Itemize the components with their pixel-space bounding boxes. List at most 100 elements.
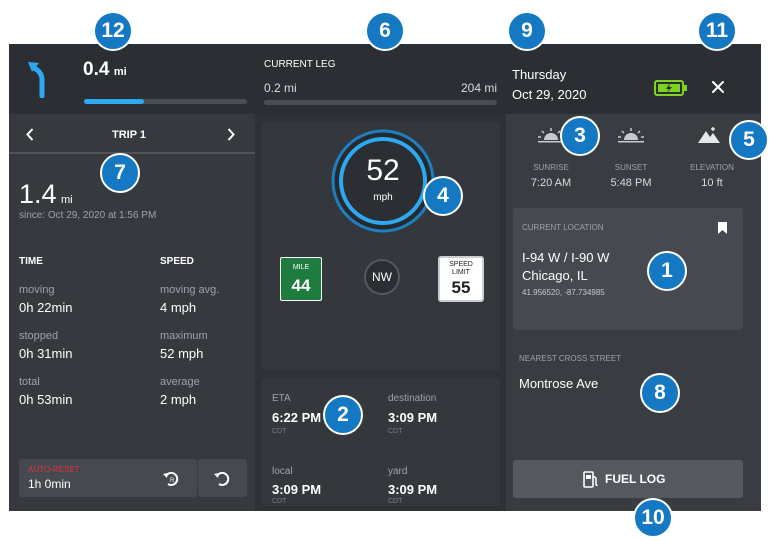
current-leg-progress-bar <box>264 100 497 105</box>
bookmark-icon[interactable] <box>717 221 728 235</box>
callout-4: 4 <box>423 176 463 216</box>
callout-12: 12 <box>93 11 133 51</box>
speed-limit-label-1: SPEED <box>449 261 473 268</box>
stopped-label: stopped <box>19 330 59 342</box>
destination-label: destination <box>388 393 437 404</box>
chevron-right-icon[interactable] <box>227 128 235 141</box>
current-road: I-94 W / I-90 W <box>522 250 610 265</box>
current-date: Oct 29, 2020 <box>512 87 587 102</box>
speed-panel: 52 mph MILE 44 NW SPEED LIMIT 55 ETA 6:2… <box>255 114 506 511</box>
sunset-value: 5:48 PM <box>610 177 652 189</box>
mile-label: MILE <box>292 264 310 271</box>
next-turn-distance: 0.4 mi <box>83 59 127 81</box>
current-location-card: CURRENT LOCATION I-94 W / I-90 W Chicago… <box>513 208 743 330</box>
time-header: TIME <box>19 256 43 267</box>
current-leg-label: CURRENT LEG <box>264 59 336 70</box>
destination-timezone: CDT <box>388 428 403 435</box>
speed-limit-label-2: LIMIT <box>452 269 470 276</box>
callout-1: 1 <box>647 251 687 291</box>
callout-3: 3 <box>560 116 600 156</box>
compass-heading: NW <box>364 259 400 295</box>
total-value: 0h 53min <box>19 392 73 407</box>
close-icon[interactable] <box>712 81 724 93</box>
sunset-icon <box>618 128 644 143</box>
elevation-value: 10 ft <box>701 177 723 189</box>
callout-5: 5 <box>729 120 769 160</box>
callout-9: 9 <box>507 11 547 51</box>
local-value: 3:09 PM <box>272 482 322 497</box>
fuel-log-label: FUEL LOG <box>605 472 666 486</box>
eta-value: 6:22 PM <box>272 410 322 425</box>
next-turn-progress-fill <box>84 99 145 104</box>
current-speed-unit: mph <box>373 192 393 203</box>
speed-limit-value: 55 <box>451 278 471 297</box>
callout-8: 8 <box>640 373 680 413</box>
reset-icon <box>214 471 230 486</box>
elevation-icon <box>698 127 720 143</box>
trip-title: TRIP 1 <box>111 129 147 141</box>
auto-reset-button[interactable]: AUTO-RESET 1h 0min R <box>19 459 197 497</box>
moving-label: moving <box>19 284 55 296</box>
sunrise-value: 7:20 AM <box>530 177 572 189</box>
next-turn-progress-bar <box>84 99 247 104</box>
battery-charging-icon <box>654 80 687 96</box>
sunset-label: SUNSET <box>614 163 648 172</box>
callout-10: 10 <box>633 498 673 538</box>
local-label: local <box>272 466 293 477</box>
svg-text:R: R <box>170 478 175 484</box>
next-turn-distance-value: 0.4 <box>83 59 110 80</box>
elevation-label: ELEVATION <box>690 163 734 172</box>
yard-value: 3:09 PM <box>388 482 438 497</box>
speed-header: SPEED <box>160 256 194 267</box>
trip-since: since: Oct 29, 2020 at 1:56 PM <box>19 210 157 221</box>
chevron-left-icon[interactable] <box>26 128 34 141</box>
sunrise-label: SUNRISE <box>533 163 569 172</box>
speed-card: 52 mph MILE 44 NW SPEED LIMIT 55 <box>262 122 500 370</box>
eta-timezone: CDT <box>272 428 287 435</box>
reset-trip-button[interactable] <box>198 459 247 497</box>
maximum-value: 52 mph <box>160 346 204 361</box>
callout-2: 2 <box>323 395 363 435</box>
fuel-log-button[interactable]: FUEL LOG <box>513 460 743 498</box>
leg-total-distance: 204 mi <box>460 81 497 95</box>
trip-distance: 1.4 mi <box>19 179 73 210</box>
moving-value: 0h 22min <box>19 300 73 315</box>
maximum-label: maximum <box>160 330 208 342</box>
mile-marker-sign: MILE 44 <box>280 257 322 301</box>
mile-value: 44 <box>291 276 311 295</box>
local-timezone: CDT <box>272 498 287 505</box>
stopped-value: 0h 31min <box>19 346 73 361</box>
yard-label: yard <box>388 466 408 477</box>
moving-avg-label: moving avg. <box>160 284 220 296</box>
cross-street-value: Montrose Ave <box>519 376 599 391</box>
destination-value: 3:09 PM <box>388 410 438 425</box>
top-bar: 0.4 mi CURRENT LEG 0.2 mi 204 mi Thursda… <box>9 44 761 114</box>
current-coordinates: 41.956520, -87.734985 <box>522 288 605 297</box>
auto-reset-value: 1h 0min <box>28 477 71 491</box>
current-city: Chicago, IL <box>522 268 588 283</box>
speed-limit-sign: SPEED LIMIT 55 <box>438 256 484 302</box>
auto-reset-icon: R <box>163 471 179 486</box>
auto-reset-label: AUTO-RESET <box>28 465 80 474</box>
cross-street-label: NEAREST CROSS STREET <box>519 354 622 363</box>
trip-distance-unit: mi <box>61 194 73 206</box>
callout-7: 7 <box>100 153 140 193</box>
total-label: total <box>19 376 40 388</box>
moving-avg-value: 4 mph <box>160 300 197 315</box>
trip-header-divider <box>9 152 255 154</box>
current-speed: 52 <box>366 154 400 187</box>
callout-6: 6 <box>365 11 405 51</box>
yard-timezone: CDT <box>388 498 403 505</box>
trip-distance-value: 1.4 <box>19 179 57 209</box>
fuel-pump-icon <box>583 471 598 488</box>
next-turn-distance-unit: mi <box>113 66 127 78</box>
average-value: 2 mph <box>160 392 197 407</box>
eta-label: ETA <box>272 393 291 404</box>
leg-done-distance: 0.2 mi <box>264 81 297 95</box>
times-card: ETA 6:22 PM CDT destination 3:09 PM CDT … <box>262 378 500 506</box>
info-panel: SUNRISE 7:20 AM SUNSET 5:48 PM ELEVATION… <box>506 114 761 511</box>
average-label: average <box>160 376 200 388</box>
current-location-label: CURRENT LOCATION <box>522 223 604 232</box>
day-of-week: Thursday <box>512 67 567 82</box>
callout-11: 11 <box>697 11 737 51</box>
